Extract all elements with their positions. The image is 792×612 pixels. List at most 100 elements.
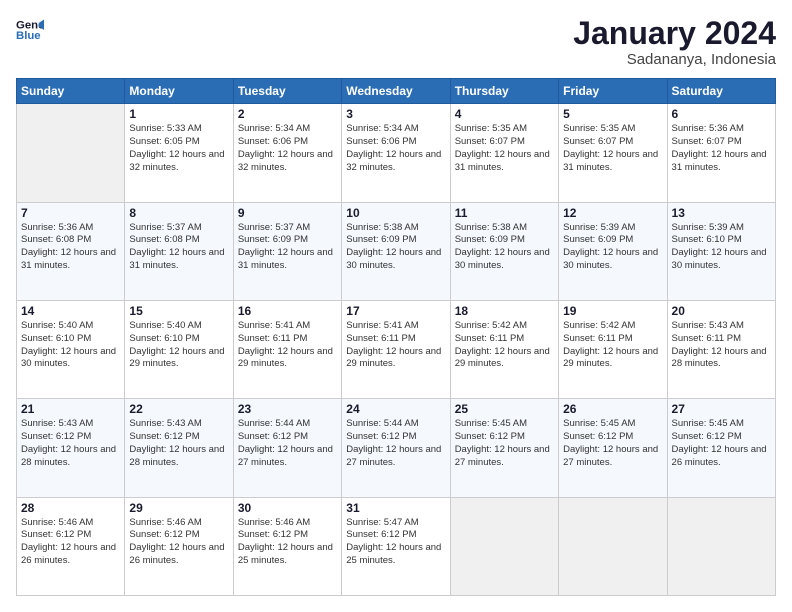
cell-info: Sunrise: 5:38 AMSunset: 6:09 PMDaylight:… xyxy=(455,222,554,273)
day-number: 22 xyxy=(129,402,228,416)
calendar-cell: 13Sunrise: 5:39 AMSunset: 6:10 PMDayligh… xyxy=(667,202,775,300)
calendar-cell: 31 Sunrise: 5:47 AMSunset: 6:12 PMDayligh… xyxy=(342,497,450,595)
calendar-cell: 19 Sunrise: 5:42 AMSunset: 6:11 PMDayligh… xyxy=(559,300,667,398)
title-block: January 2024 Sadananya, Indonesia xyxy=(573,16,776,68)
cell-info: Sunrise: 5:35 AMSunset: 6:07 PMDaylight:… xyxy=(563,123,662,174)
day-number: 18 xyxy=(455,304,554,318)
cell-info: Sunrise: 5:42 AMSunset: 6:11 PMDaylight:… xyxy=(455,320,554,371)
header-row: SundayMondayTuesdayWednesdayThursdayFrid… xyxy=(17,79,776,104)
week-row: 14Sunrise: 5:40 AMSunset: 6:10 PMDayligh… xyxy=(17,300,776,398)
calendar-cell xyxy=(17,104,125,202)
cell-info: Sunrise: 5:40 AMSunset: 6:10 PMDaylight:… xyxy=(129,320,228,371)
calendar-cell xyxy=(667,497,775,595)
day-number: 2 xyxy=(238,107,337,121)
calendar-cell: 30 Sunrise: 5:46 AMSunset: 6:12 PMDayligh… xyxy=(233,497,341,595)
day-number: 23 xyxy=(238,402,337,416)
day-number: 12 xyxy=(563,206,662,220)
cell-info: Sunrise: 5:43 AMSunset: 6:12 PMDaylight:… xyxy=(21,418,120,469)
cell-info: Sunrise: 5:45 AMSunset: 6:12 PMDaylight:… xyxy=(563,418,662,469)
day-number: 29 xyxy=(129,501,228,515)
calendar-cell: 17 Sunrise: 5:41 AMSunset: 6:11 PMDayligh… xyxy=(342,300,450,398)
calendar-table: SundayMondayTuesdayWednesdayThursdayFrid… xyxy=(16,78,776,596)
day-number: 17 xyxy=(346,304,445,318)
header-day: Sunday xyxy=(17,79,125,104)
cell-info: Sunrise: 5:46 AMSunset: 6:12 PMDaylight:… xyxy=(129,517,228,568)
cell-info: Sunrise: 5:41 AMSunset: 6:11 PMDaylight:… xyxy=(238,320,337,371)
calendar-cell: 28Sunrise: 5:46 AMSunset: 6:12 PMDayligh… xyxy=(17,497,125,595)
subtitle: Sadananya, Indonesia xyxy=(573,51,776,68)
calendar-cell: 5Sunrise: 5:35 AMSunset: 6:07 PMDaylight… xyxy=(559,104,667,202)
calendar-cell: 16 Sunrise: 5:41 AMSunset: 6:11 PMDayligh… xyxy=(233,300,341,398)
day-number: 8 xyxy=(129,206,228,220)
day-number: 3 xyxy=(346,107,445,121)
header-day: Monday xyxy=(125,79,233,104)
cell-info: Sunrise: 5:34 AMSunset: 6:06 PMDaylight:… xyxy=(238,123,337,174)
calendar-cell: 22Sunrise: 5:43 AMSunset: 6:12 PMDayligh… xyxy=(125,399,233,497)
day-number: 27 xyxy=(672,402,771,416)
calendar-cell: 25Sunrise: 5:45 AMSunset: 6:12 PMDayligh… xyxy=(450,399,558,497)
day-number: 26 xyxy=(563,402,662,416)
cell-info: Sunrise: 5:42 AMSunset: 6:11 PMDaylight:… xyxy=(563,320,662,371)
calendar-cell: 3Sunrise: 5:34 AMSunset: 6:06 PMDaylight… xyxy=(342,104,450,202)
cell-info: Sunrise: 5:45 AMSunset: 6:12 PMDaylight:… xyxy=(455,418,554,469)
calendar-cell: 23 Sunrise: 5:44 AMSunset: 6:12 PMDayligh… xyxy=(233,399,341,497)
calendar-cell xyxy=(450,497,558,595)
header-day: Tuesday xyxy=(233,79,341,104)
cell-info: Sunrise: 5:45 AMSunset: 6:12 PMDaylight:… xyxy=(672,418,771,469)
logo: General Blue xyxy=(16,16,44,44)
cell-info: Sunrise: 5:36 AMSunset: 6:07 PMDaylight:… xyxy=(672,123,771,174)
cell-info: Sunrise: 5:39 AMSunset: 6:09 PMDaylight:… xyxy=(563,222,662,273)
cell-info: Sunrise: 5:37 AMSunset: 6:08 PMDaylight:… xyxy=(129,222,228,273)
calendar-cell: 1 Sunrise: 5:33 AMSunset: 6:05 PMDaylight… xyxy=(125,104,233,202)
header-day: Friday xyxy=(559,79,667,104)
calendar-cell: 11 Sunrise: 5:38 AMSunset: 6:09 PMDayligh… xyxy=(450,202,558,300)
calendar-cell: 24 Sunrise: 5:44 AMSunset: 6:12 PMDayligh… xyxy=(342,399,450,497)
day-number: 30 xyxy=(238,501,337,515)
day-number: 10 xyxy=(346,206,445,220)
day-number: 16 xyxy=(238,304,337,318)
calendar-cell: 27 Sunrise: 5:45 AMSunset: 6:12 PMDayligh… xyxy=(667,399,775,497)
calendar-cell: 20Sunrise: 5:43 AMSunset: 6:11 PMDayligh… xyxy=(667,300,775,398)
calendar-cell: 4 Sunrise: 5:35 AMSunset: 6:07 PMDaylight… xyxy=(450,104,558,202)
calendar-cell: 8 Sunrise: 5:37 AMSunset: 6:08 PMDaylight… xyxy=(125,202,233,300)
cell-info: Sunrise: 5:38 AMSunset: 6:09 PMDaylight:… xyxy=(346,222,445,273)
page-header: General Blue January 2024 Sadananya, Ind… xyxy=(16,16,776,68)
day-number: 21 xyxy=(21,402,120,416)
day-number: 28 xyxy=(21,501,120,515)
cell-info: Sunrise: 5:39 AMSunset: 6:10 PMDaylight:… xyxy=(672,222,771,273)
cell-info: Sunrise: 5:46 AMSunset: 6:12 PMDaylight:… xyxy=(238,517,337,568)
day-number: 19 xyxy=(563,304,662,318)
calendar-page: General Blue January 2024 Sadananya, Ind… xyxy=(0,0,792,612)
cell-info: Sunrise: 5:43 AMSunset: 6:11 PMDaylight:… xyxy=(672,320,771,371)
calendar-cell: 7Sunrise: 5:36 AMSunset: 6:08 PMDaylight… xyxy=(17,202,125,300)
calendar-cell: 21 Sunrise: 5:43 AMSunset: 6:12 PMDayligh… xyxy=(17,399,125,497)
cell-info: Sunrise: 5:33 AMSunset: 6:05 PMDaylight:… xyxy=(129,123,228,174)
cell-info: Sunrise: 5:35 AMSunset: 6:07 PMDaylight:… xyxy=(455,123,554,174)
day-number: 4 xyxy=(455,107,554,121)
calendar-cell: 26 Sunrise: 5:45 AMSunset: 6:12 PMDayligh… xyxy=(559,399,667,497)
main-title: January 2024 xyxy=(573,16,776,51)
day-number: 1 xyxy=(129,107,228,121)
cell-info: Sunrise: 5:44 AMSunset: 6:12 PMDaylight:… xyxy=(238,418,337,469)
day-number: 6 xyxy=(672,107,771,121)
calendar-cell: 14Sunrise: 5:40 AMSunset: 6:10 PMDayligh… xyxy=(17,300,125,398)
week-row: 21 Sunrise: 5:43 AMSunset: 6:12 PMDayligh… xyxy=(17,399,776,497)
day-number: 11 xyxy=(455,206,554,220)
calendar-cell: 10 Sunrise: 5:38 AMSunset: 6:09 PMDayligh… xyxy=(342,202,450,300)
header-day: Saturday xyxy=(667,79,775,104)
cell-info: Sunrise: 5:40 AMSunset: 6:10 PMDaylight:… xyxy=(21,320,120,371)
day-number: 15 xyxy=(129,304,228,318)
cell-info: Sunrise: 5:44 AMSunset: 6:12 PMDaylight:… xyxy=(346,418,445,469)
week-row: 7Sunrise: 5:36 AMSunset: 6:08 PMDaylight… xyxy=(17,202,776,300)
cell-info: Sunrise: 5:41 AMSunset: 6:11 PMDaylight:… xyxy=(346,320,445,371)
header-day: Thursday xyxy=(450,79,558,104)
cell-info: Sunrise: 5:47 AMSunset: 6:12 PMDaylight:… xyxy=(346,517,445,568)
calendar-cell: 12 Sunrise: 5:39 AMSunset: 6:09 PMDayligh… xyxy=(559,202,667,300)
calendar-cell: 18 Sunrise: 5:42 AMSunset: 6:11 PMDayligh… xyxy=(450,300,558,398)
calendar-cell: 2 Sunrise: 5:34 AMSunset: 6:06 PMDaylight… xyxy=(233,104,341,202)
day-number: 24 xyxy=(346,402,445,416)
week-row: 28 Sunrise: 5:46 AMSunset: 6:12 PMDayligh… xyxy=(17,497,776,595)
calendar-cell: 29 Sunrise: 5:46 AMSunset: 6:12 PMDayligh… xyxy=(125,497,233,595)
day-number: 31 xyxy=(346,501,445,515)
cell-info: Sunrise: 5:36 AMSunset: 6:08 PMDaylight:… xyxy=(21,222,120,273)
